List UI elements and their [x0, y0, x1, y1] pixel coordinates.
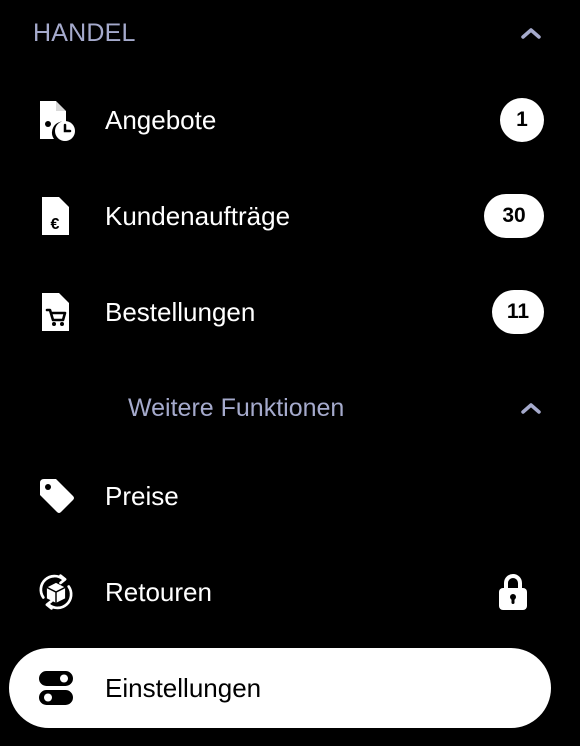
chevron-up-icon[interactable] [519, 21, 543, 45]
count-badge: 1 [500, 98, 544, 142]
return-box-icon [36, 570, 76, 614]
price-tag-icon [36, 474, 76, 518]
menu-item-einstellungen[interactable]: Einstellungen [9, 648, 551, 728]
document-cart-icon [36, 290, 76, 334]
menu-item-label: Retouren [105, 576, 212, 607]
menu-item-bestellungen[interactable]: Bestellungen 11 [0, 280, 580, 344]
document-clock-icon [36, 98, 76, 142]
menu-item-label: Angebote [105, 104, 217, 135]
svg-text:€: € [51, 216, 60, 233]
chevron-up-icon[interactable] [519, 396, 543, 420]
lock-icon [496, 572, 530, 612]
menu-item-label: Bestellungen [105, 296, 256, 327]
settings-toggle-icon [36, 666, 76, 710]
menu-item-angebote[interactable]: Angebote 1 [0, 88, 580, 152]
document-euro-icon: € [36, 194, 76, 238]
sub-section-title: Weitere Funktionen [128, 393, 345, 422]
section-header-weitere-funktionen[interactable]: Weitere Funktionen [128, 388, 543, 428]
menu-item-kundenauftraege[interactable]: € Kundenaufträge 30 [0, 184, 580, 248]
section-header-handel[interactable]: HANDEL [33, 14, 543, 52]
menu-item-label: Preise [105, 480, 179, 511]
count-badge: 11 [492, 290, 544, 334]
menu-item-retouren[interactable]: Retouren [0, 560, 580, 624]
menu-item-label: Kundenaufträge [105, 200, 291, 231]
count-badge: 30 [484, 194, 544, 238]
menu-item-preise[interactable]: Preise [0, 464, 580, 528]
menu-item-label: Einstellungen [105, 672, 262, 703]
section-title: HANDEL [33, 18, 136, 47]
